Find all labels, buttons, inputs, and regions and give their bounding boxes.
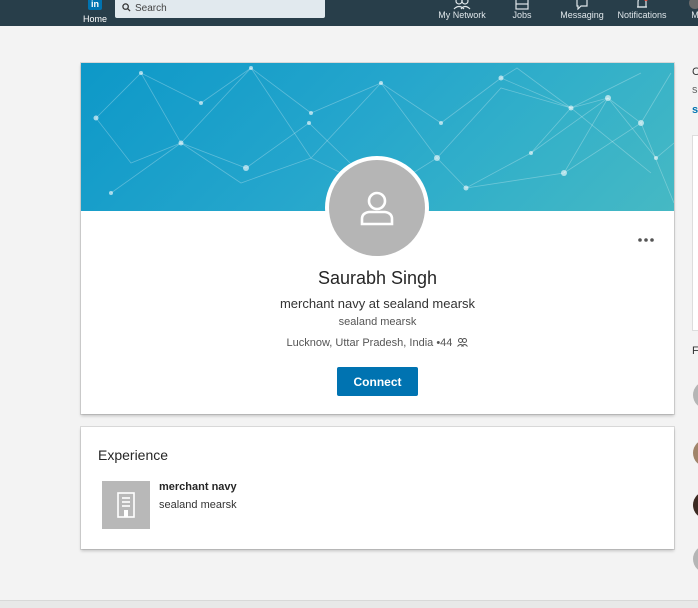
profile-headline: merchant navy at sealand mearsk <box>279 296 476 311</box>
rail-section-title: F <box>692 345 698 357</box>
connect-button[interactable]: Connect <box>337 367 418 396</box>
nav-jobs-label: Jobs <box>512 10 532 20</box>
experience-section-title: Experience <box>98 447 169 463</box>
right-rail: C s s F <box>692 63 698 608</box>
rail-avatar-2[interactable] <box>693 439 698 467</box>
rail-avatar-3[interactable] <box>693 491 698 519</box>
briefcase-icon <box>515 0 529 10</box>
nav-notifications[interactable]: Notifications <box>614 0 670 24</box>
more-options-button[interactable] <box>634 233 658 247</box>
rail-ad-box <box>692 135 698 331</box>
chat-icon <box>576 0 588 10</box>
linkedin-logo-icon: in <box>88 0 102 10</box>
people-icon <box>453 0 471 10</box>
person-placeholder-icon <box>360 191 394 226</box>
profile-location-row: Lucknow, Uttar Pradesh, India •44 <box>81 337 674 349</box>
more-horizontal-icon <box>638 238 654 242</box>
nav-my-network-label: My Network <box>438 10 486 20</box>
connections-icon <box>457 338 469 347</box>
me-avatar-icon <box>689 0 698 9</box>
nav-me[interactable]: M <box>688 0 698 24</box>
rail-heading: C <box>692 66 698 78</box>
connections-count[interactable]: 44 <box>440 337 452 349</box>
nav-home[interactable]: in Home <box>78 0 112 26</box>
profile-name: Saurabh Singh <box>317 268 438 288</box>
rail-avatar-1[interactable] <box>693 381 698 409</box>
nav-notifications-label: Notifications <box>617 10 667 20</box>
nav-jobs[interactable]: Jobs <box>508 0 536 24</box>
top-nav-bar: in Home My Network Jobs Messaging <box>0 0 698 26</box>
nav-messaging-label: Messaging <box>560 10 604 20</box>
building-icon <box>117 492 135 518</box>
profile-card: Saurabh Singh merchant navy at sealand m… <box>81 63 674 414</box>
search-input[interactable] <box>135 0 315 16</box>
company-logo[interactable] <box>102 481 150 529</box>
search-icon <box>122 3 131 12</box>
nav-home-label: Home <box>82 14 107 24</box>
bottom-edge <box>0 600 698 608</box>
bell-icon <box>637 0 648 8</box>
experience-role[interactable]: merchant navy <box>159 481 237 493</box>
experience-card: Experience merchant navy sealand mearsk <box>81 427 674 549</box>
search-box[interactable] <box>115 0 325 18</box>
rail-avatar-4[interactable] <box>693 545 698 573</box>
experience-company: sealand mearsk <box>159 499 237 511</box>
profile-location: Lucknow, Uttar Pradesh, India <box>286 337 434 349</box>
profile-avatar[interactable] <box>325 156 429 260</box>
nav-messaging[interactable]: Messaging <box>558 0 606 24</box>
nav-my-network[interactable]: My Network <box>436 0 488 24</box>
rail-subtext: s <box>692 84 698 96</box>
rail-link[interactable]: s <box>692 104 698 116</box>
profile-company[interactable]: sealand mearsk <box>81 316 674 328</box>
nav-me-label: M <box>691 10 698 20</box>
